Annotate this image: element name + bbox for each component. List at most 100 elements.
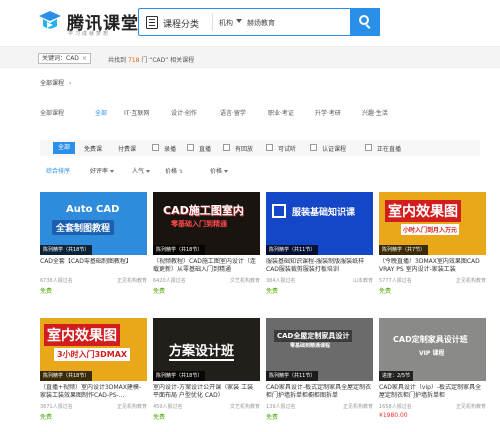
sort-comprehensive[interactable]: 综合排序 <box>46 166 70 175</box>
course-meta: 139人报过名 正见机构教育 <box>266 403 373 410</box>
course-card[interactable]: Auto CAD 全套制图教程 陈列精学（共18节） CAD全套【CAD零基础制… <box>40 192 147 295</box>
thumbnail-subtitle: 3小时入门3DMAX <box>54 348 131 361</box>
thumbnail-subtitle: VIP 课程 <box>419 350 445 357</box>
course-title[interactable]: CAD家具设计（vip）-板式定制家具全屋定制衣柜门护墙拆单柜 <box>379 384 486 402</box>
sort-rating-label: 好评率 <box>90 168 109 175</box>
sort-popularity[interactable]: 人气 <box>132 166 151 175</box>
lesson-count-badge: 陈列精学（共18节） <box>40 245 93 255</box>
thumbnail-title: CAD全屋定制家具设计 <box>274 330 353 342</box>
course-title[interactable]: （视频教程）CAD施工图室内设计（连载更新）从零基础入门到精通 <box>153 258 260 276</box>
course-title[interactable]: CAD家具设计-板式定制家具全屋定制衣柜门护墙拆单柜橱柜图拆单 <box>266 384 373 402</box>
checkbox-replay[interactable] <box>223 144 230 151</box>
search-bar: 课程分类 机构 赫炀教育 <box>138 8 380 36</box>
search-button[interactable] <box>350 8 380 36</box>
course-price: ¥1980.00 <box>379 412 408 419</box>
course-title[interactable]: （今晚直播）3DMAX室内效果图CAD VRAY PS 室内设计-家装工装 <box>379 258 486 276</box>
sort-price[interactable]: 价格 ⇅ <box>165 166 183 175</box>
checkbox-trial[interactable] <box>266 144 273 151</box>
filter-recorded-label: 录播 <box>164 146 177 153</box>
filter-trial-label: 可试听 <box>278 146 297 153</box>
sort-popularity-label: 人气 <box>132 168 145 175</box>
checkbox-certified[interactable] <box>310 144 317 151</box>
school-name[interactable]: 正见机构教育 <box>117 277 147 284</box>
school-name[interactable]: 正见机构教育 <box>456 277 486 284</box>
course-price: 免费 <box>153 414 166 421</box>
checkbox-live[interactable] <box>187 144 194 151</box>
course-card[interactable]: CAD定制家具设计班 VIP 课程 进度：2/5节 CAD家具设计（vip）-板… <box>379 318 486 419</box>
category-nav-it[interactable]: IT·互联网 <box>124 108 149 117</box>
school-name[interactable]: 文艺机构教育 <box>230 403 260 410</box>
search-input[interactable]: 赫炀教育 <box>247 18 275 28</box>
school-name[interactable]: 山本教育 <box>353 277 373 284</box>
course-card[interactable]: 方案设计班 陈列精学（共18节） 室内设计-方案设计公开课（家装 工装 平面布局… <box>153 318 260 421</box>
course-title[interactable]: CAD全套【CAD零基础制图教程】 <box>40 258 147 276</box>
enrolled-count: 139人报过名 <box>266 404 296 410</box>
course-title[interactable]: （直播+视频）室内设计3DMAX建模-家装工装效果图制作CAD-PS-... <box>40 384 147 402</box>
course-card[interactable]: 室内效果图 3小时入门3DMAX 陈列精学（共18节） （直播+视频）室内设计3… <box>40 318 147 421</box>
filter-certified-label: 认证课程 <box>322 146 347 153</box>
tencent-classroom-logo-icon[interactable] <box>37 10 63 32</box>
course-title[interactable]: 室内设计-方案设计公开课（家装 工装 平面布局 户型优化 CAD） <box>153 384 260 402</box>
filter-replay-label: 有回放 <box>235 146 254 153</box>
course-category-button[interactable]: 课程分类 <box>163 17 199 30</box>
course-thumbnail[interactable]: 方案设计班 陈列精学（共18节） <box>153 318 260 381</box>
category-nav-design[interactable]: 设计·创作 <box>171 108 197 117</box>
result-suffix: 门 “CAD” 相关课程 <box>141 57 195 64</box>
enrolled-count: 6736人报过名 <box>40 278 73 284</box>
course-price: 免费 <box>266 288 279 295</box>
school-name[interactable]: 文艺机构教育 <box>230 277 260 284</box>
course-thumbnail[interactable]: 室内效果图 小时入门到月入万元 陈列精学（共7节） <box>379 192 486 255</box>
course-thumbnail[interactable]: 服装基础知识课 陈列精学（共11节） <box>266 192 373 255</box>
category-nav-all-courses[interactable]: 全部课程 <box>40 108 64 117</box>
breadcrumb-label[interactable]: 全部课程 <box>40 80 64 87</box>
course-card[interactable]: 服装基础知识课 陈列精学（共11节） 服装基础知识课程-服装制版服装纸样CAD服… <box>266 192 373 295</box>
keyword-tag[interactable]: 关键词：CAD × <box>38 53 91 64</box>
lesson-count-badge: 陈列精学（共7节） <box>379 245 429 255</box>
category-nav-language[interactable]: 语言·留学 <box>220 108 246 117</box>
result-prefix: 共找到 <box>108 57 127 64</box>
filter-live-label: 直播 <box>199 146 212 153</box>
course-price: 免费 <box>40 414 53 421</box>
school-name[interactable]: 正见机构教育 <box>456 403 486 410</box>
sort-arrows-icon: ⇅ <box>179 169 184 175</box>
sort-price-range-label: 价格 <box>210 168 223 175</box>
search-scope-select[interactable]: 机构 <box>219 18 233 28</box>
checkbox-live-now[interactable] <box>365 144 372 151</box>
course-thumbnail[interactable]: CAD定制家具设计班 VIP 课程 进度：2/5节 <box>379 318 486 381</box>
category-list-icon[interactable] <box>146 16 158 29</box>
course-title[interactable]: 服装基础知识课程-服装制版服装纸样CAD服装裁剪服装打板培训 <box>266 258 373 276</box>
chevron-down-icon[interactable] <box>236 19 242 23</box>
course-thumbnail[interactable]: 室内效果图 3小时入门3DMAX 陈列精学（共18节） <box>40 318 147 381</box>
search-icon <box>359 15 369 25</box>
category-nav-all[interactable]: 全部 <box>95 108 107 117</box>
chevron-down-icon <box>224 170 229 173</box>
school-name[interactable]: 正见机构教育 <box>343 403 373 410</box>
search-divider <box>212 14 213 31</box>
checkbox-recorded[interactable] <box>152 144 159 151</box>
breadcrumb[interactable]: 全部课程 › <box>40 78 71 87</box>
thumbnail-subtitle: 零基础入门到精通 <box>171 220 227 228</box>
filter-free[interactable]: 免费课 <box>84 144 102 153</box>
category-nav-exam[interactable]: 升学·考研 <box>315 108 341 117</box>
course-meta: 6736人报过名 正见机构教育 <box>40 277 147 284</box>
course-card[interactable]: CAD全屋定制家具设计 零基础到精通课程 陈列精学（共11节） CAD家具设计-… <box>266 318 373 421</box>
filter-all-button[interactable]: 全部 <box>53 142 75 154</box>
lesson-count-badge: 陈列精学（共11节） <box>266 371 319 381</box>
category-nav-career[interactable]: 职业·考证 <box>268 108 294 117</box>
school-name[interactable]: 正见机构教育 <box>117 403 147 410</box>
close-icon[interactable]: × <box>82 55 87 62</box>
course-card[interactable]: 室内效果图 小时入门到月入万元 陈列精学（共7节） （今晚直播）3DMAX室内效… <box>379 192 486 295</box>
course-thumbnail[interactable]: CAD全屋定制家具设计 零基础到精通课程 陈列精学（共11节） <box>266 318 373 381</box>
filter-bar: 全部 免费课 付费课 录播 直播 有回放 可试听 认证课程 正在直播 <box>40 140 480 156</box>
brand-subtitle: 学习成就梦想 <box>68 31 111 37</box>
course-card[interactable]: CAD施工图室内 零基础入门到精通 陈列精学（共18节） （视频教程）CAD施工… <box>153 192 260 295</box>
thumbnail-subtitle: 零基础到精通课程 <box>290 343 331 349</box>
filter-paid[interactable]: 付费课 <box>118 144 136 153</box>
sort-price-range[interactable]: 价格 <box>210 166 229 175</box>
course-meta: 384人报过名 山本教育 <box>266 277 373 284</box>
sort-rating[interactable]: 好评率 <box>90 166 115 175</box>
course-thumbnail[interactable]: CAD施工图室内 零基础入门到精通 陈列精学（共18节） <box>153 192 260 255</box>
course-thumbnail[interactable]: Auto CAD 全套制图教程 陈列精学（共18节） <box>40 192 147 255</box>
thumbnail-title: CAD定制家具设计班 <box>393 335 468 344</box>
category-nav-hobby[interactable]: 兴趣·生活 <box>362 108 388 117</box>
